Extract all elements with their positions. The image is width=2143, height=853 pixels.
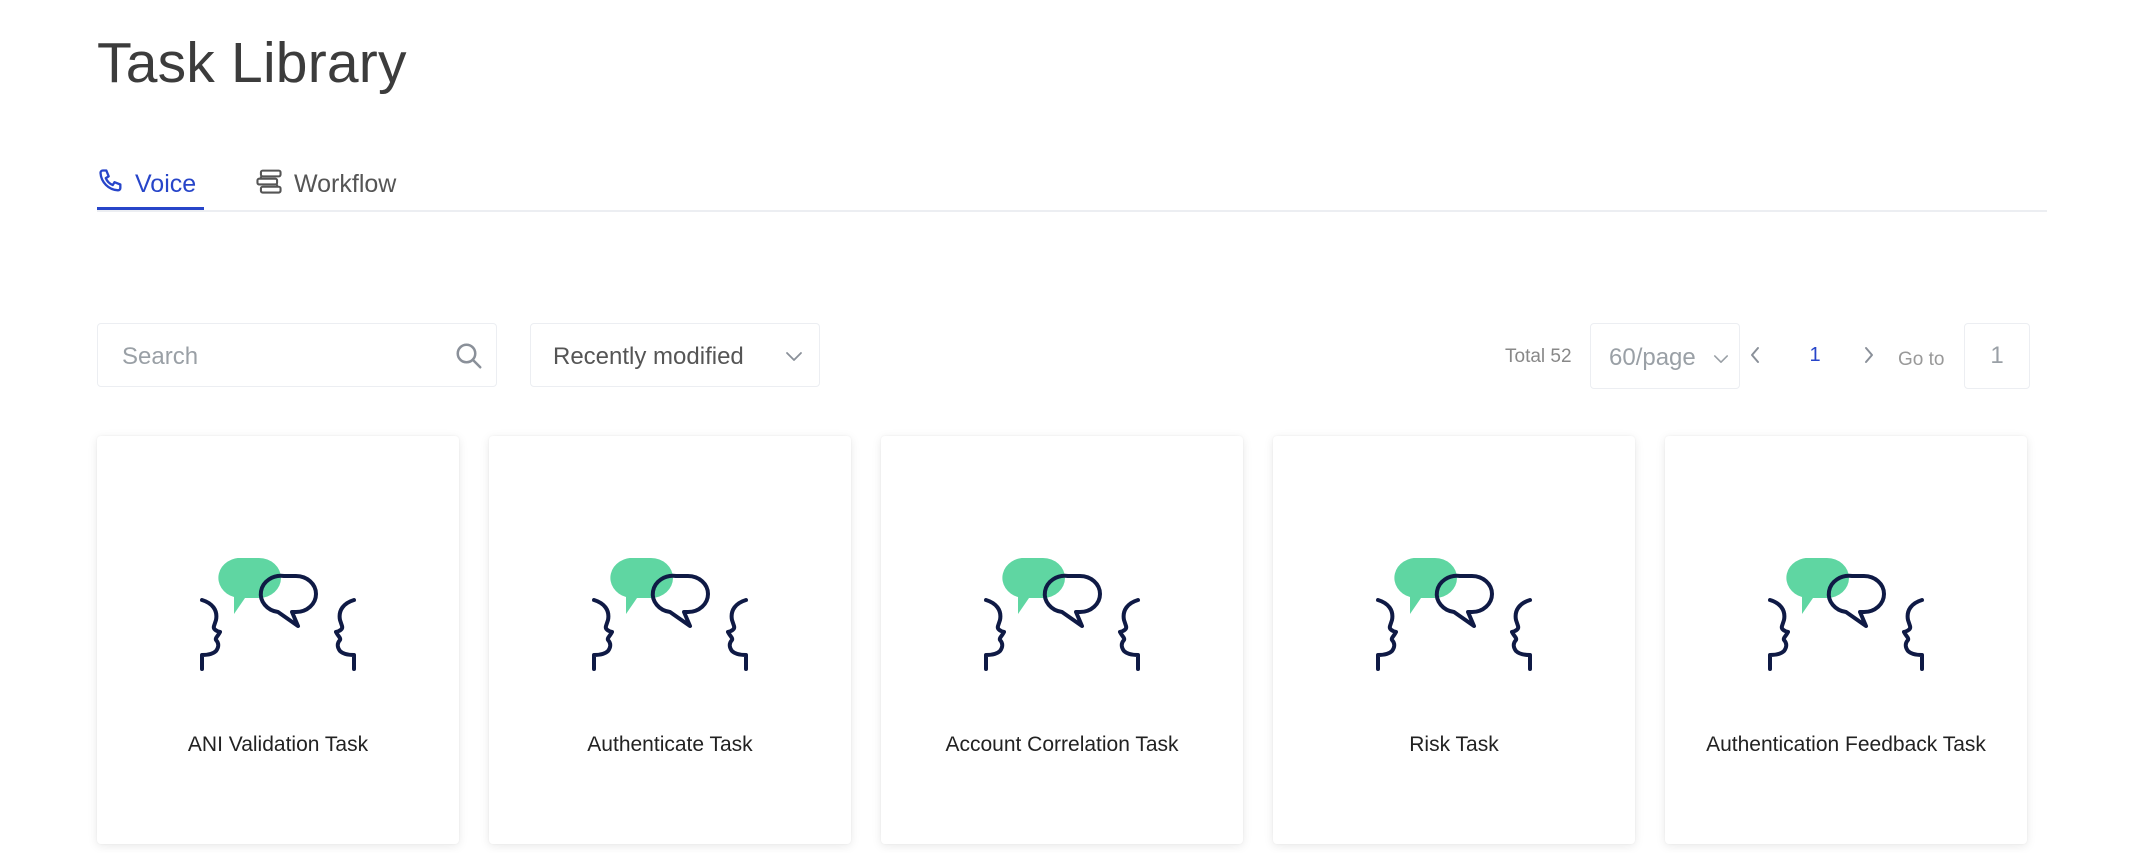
conversation-illustration-icon	[982, 557, 1142, 693]
task-card-title: Authentication Feedback Task	[1706, 733, 1986, 756]
active-tab-indicator	[97, 207, 204, 210]
page-number-current[interactable]: 1	[1800, 344, 1830, 367]
tab-workflow[interactable]: Workflow	[254, 160, 396, 208]
sort-select-value: Recently modified	[553, 343, 744, 370]
conversation-illustration-icon	[1374, 557, 1534, 693]
task-card[interactable]: Authenticate Task	[489, 436, 851, 844]
task-card[interactable]: Authentication Feedback Task	[1665, 436, 2027, 844]
conversation-illustration-icon	[590, 557, 750, 693]
workflow-icon	[254, 167, 294, 202]
next-page-button[interactable]	[1862, 344, 1876, 371]
task-card-title: Risk Task	[1409, 733, 1499, 756]
sort-select[interactable]: Recently modified	[530, 323, 820, 387]
search-icon[interactable]	[454, 341, 484, 376]
page-size-value: 60/page	[1609, 344, 1696, 371]
task-card[interactable]: ANI Validation Task	[97, 436, 459, 844]
goto-page-input[interactable]	[1964, 323, 2030, 389]
conversation-illustration-icon	[198, 557, 358, 693]
task-card[interactable]: Account Correlation Task	[881, 436, 1243, 844]
goto-label: Go to	[1898, 349, 1945, 370]
tab-workflow-label: Workflow	[294, 169, 397, 198]
chevron-down-icon	[785, 350, 803, 368]
page-size-select[interactable]: 60/page	[1590, 323, 1740, 389]
chevron-right-icon	[1862, 347, 1876, 370]
task-card-title: Authenticate Task	[587, 733, 753, 756]
conversation-illustration-icon	[1766, 557, 1926, 693]
search-box	[97, 323, 497, 387]
task-card-title: Account Correlation Task	[945, 733, 1179, 756]
total-count: Total 52	[1505, 346, 1572, 367]
chevron-down-icon	[1713, 352, 1729, 370]
tab-bar: Voice Workflow	[97, 150, 2047, 212]
chevron-left-icon	[1748, 347, 1762, 370]
phone-icon	[97, 167, 135, 202]
search-input[interactable]	[120, 336, 444, 378]
tab-voice-label: Voice	[135, 169, 197, 198]
prev-page-button[interactable]	[1748, 344, 1762, 371]
tab-voice[interactable]: Voice	[97, 160, 204, 210]
page-title: Task Library	[97, 31, 407, 95]
task-card-title: ANI Validation Task	[187, 733, 369, 756]
task-card[interactable]: Risk Task	[1273, 436, 1635, 844]
